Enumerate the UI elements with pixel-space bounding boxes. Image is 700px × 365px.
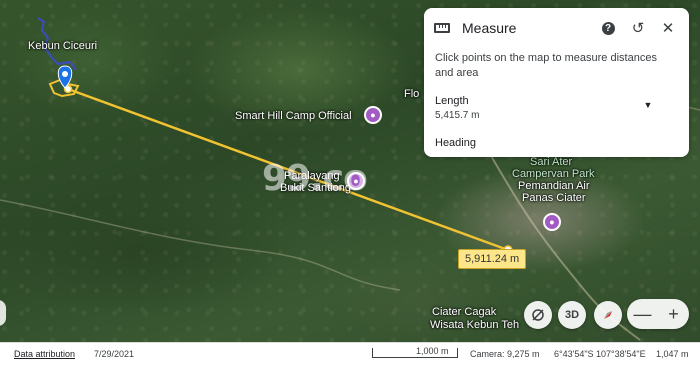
label-kebun-ciceuri[interactable]: Kebun Ciceuri bbox=[28, 40, 97, 52]
compass-reset-button[interactable] bbox=[524, 301, 552, 329]
cursor-coordinates: 6°43'54"S 107°38'54"E bbox=[554, 349, 646, 359]
measure-panel-title: Measure bbox=[462, 20, 517, 36]
help-button[interactable]: ? bbox=[597, 17, 619, 39]
measure-panel-header: Measure ? ↺ ✕ bbox=[424, 8, 689, 48]
unit-dropdown[interactable]: ▼ bbox=[638, 95, 658, 115]
imagery-date: 7/29/2021 bbox=[94, 349, 135, 359]
scale-label: 1,000 m bbox=[416, 346, 449, 356]
place-pin-pemandian[interactable]: ● bbox=[543, 213, 561, 231]
measure-description: Click points on the map to measure dista… bbox=[435, 52, 657, 79]
label-sari-ater[interactable]: Sari Ater bbox=[530, 156, 572, 168]
status-bar: Data attribution 7/29/2021 1,000 m Camer… bbox=[0, 342, 700, 365]
undo-button[interactable]: ↺ bbox=[627, 17, 649, 39]
ground-elevation: 1,047 m bbox=[656, 349, 689, 359]
undo-icon: ↺ bbox=[631, 20, 645, 37]
zoom-control: — + bbox=[627, 299, 689, 329]
pin-center bbox=[62, 71, 68, 77]
length-row: Length 5,415.7 m ▼ bbox=[424, 81, 689, 121]
length-value: 5,415.7 m bbox=[435, 110, 480, 121]
watermark: 99.co bbox=[262, 158, 368, 199]
label-ciater-2[interactable]: Wisata Kebun Teh bbox=[430, 319, 519, 331]
zoom-in-button[interactable]: + bbox=[658, 299, 689, 329]
3d-label: 3D bbox=[564, 309, 580, 321]
length-label: Length bbox=[435, 95, 469, 107]
label-flo-partial: Flo bbox=[404, 88, 420, 100]
measure-panel: Measure ? ↺ ✕ Click points on the map to… bbox=[424, 8, 689, 157]
data-attribution-link[interactable]: Data attribution bbox=[14, 349, 75, 359]
label-smart-hill[interactable]: Smart Hill Camp Official bbox=[235, 110, 352, 122]
target-icon bbox=[532, 309, 544, 321]
zoom-out-button[interactable]: — bbox=[627, 299, 658, 329]
label-pemandian-2[interactable]: Panas Ciater bbox=[522, 192, 586, 204]
compass-button[interactable] bbox=[594, 301, 622, 329]
label-pemandian-1[interactable]: Pemandian Air bbox=[518, 180, 590, 192]
measure-distance-tag: 5,911.24 m bbox=[458, 249, 527, 269]
heading-label: Heading bbox=[435, 137, 476, 149]
help-icon: ? bbox=[601, 21, 615, 35]
ruler-icon bbox=[434, 23, 450, 33]
chevron-down-icon: ▼ bbox=[643, 100, 653, 110]
close-button[interactable]: ✕ bbox=[657, 17, 679, 39]
camera-altitude: Camera: 9,275 m bbox=[470, 349, 540, 359]
place-pin-smart-hill[interactable]: ● bbox=[364, 106, 382, 124]
google-earth-view: Kebun Ciceuri Smart Hill Camp Official ●… bbox=[0, 0, 700, 365]
road bbox=[0, 199, 401, 291]
close-icon: ✕ bbox=[661, 20, 675, 37]
label-ciater-1[interactable]: Ciater Cagak bbox=[432, 306, 496, 318]
3d-toggle-button[interactable]: 3D bbox=[558, 301, 586, 329]
label-campervan[interactable]: Campervan Park bbox=[512, 168, 595, 180]
compass-icon bbox=[604, 311, 612, 319]
